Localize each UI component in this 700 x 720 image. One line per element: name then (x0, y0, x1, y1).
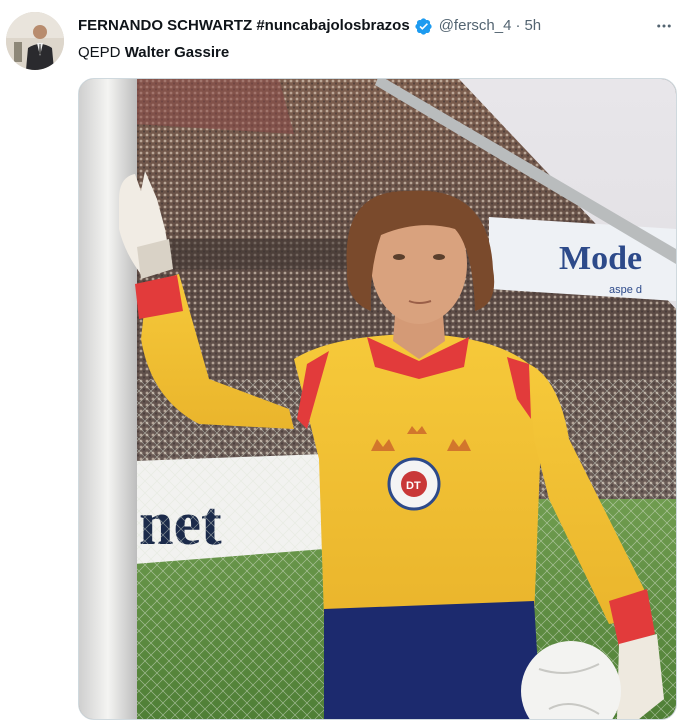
header-separator: · (515, 17, 521, 34)
tweet-media[interactable]: Mode aspe d net (78, 78, 677, 720)
tweet-text: QEPD Walter Gassire (78, 42, 229, 64)
banner-right-subtext: aspe d (609, 284, 642, 296)
verified-badge-icon (414, 17, 433, 36)
avatar-image (6, 12, 64, 70)
tweet: FERNANDO SCHWARTZ #nuncabajolosbrazos @f… (0, 0, 700, 720)
more-options-button[interactable] (652, 14, 676, 38)
tweet-text-prefix: QEPD (78, 44, 121, 61)
more-horizontal-icon (657, 24, 671, 28)
tweet-timestamp[interactable]: 5h (524, 15, 541, 37)
svg-text:DT: DT (406, 480, 421, 492)
goalkeeper-photo: Mode aspe d net (79, 79, 676, 719)
banner-right-text: Mode (559, 240, 642, 277)
avatar[interactable] (6, 12, 64, 70)
tweet-header: FERNANDO SCHWARTZ #nuncabajolosbrazos @f… (78, 15, 541, 37)
author-handle[interactable]: @fersch_4 (439, 15, 512, 37)
tweet-text-mention: Walter Gassire (124, 44, 230, 61)
author-name[interactable]: FERNANDO SCHWARTZ #nuncabajolosbrazos (78, 15, 410, 37)
